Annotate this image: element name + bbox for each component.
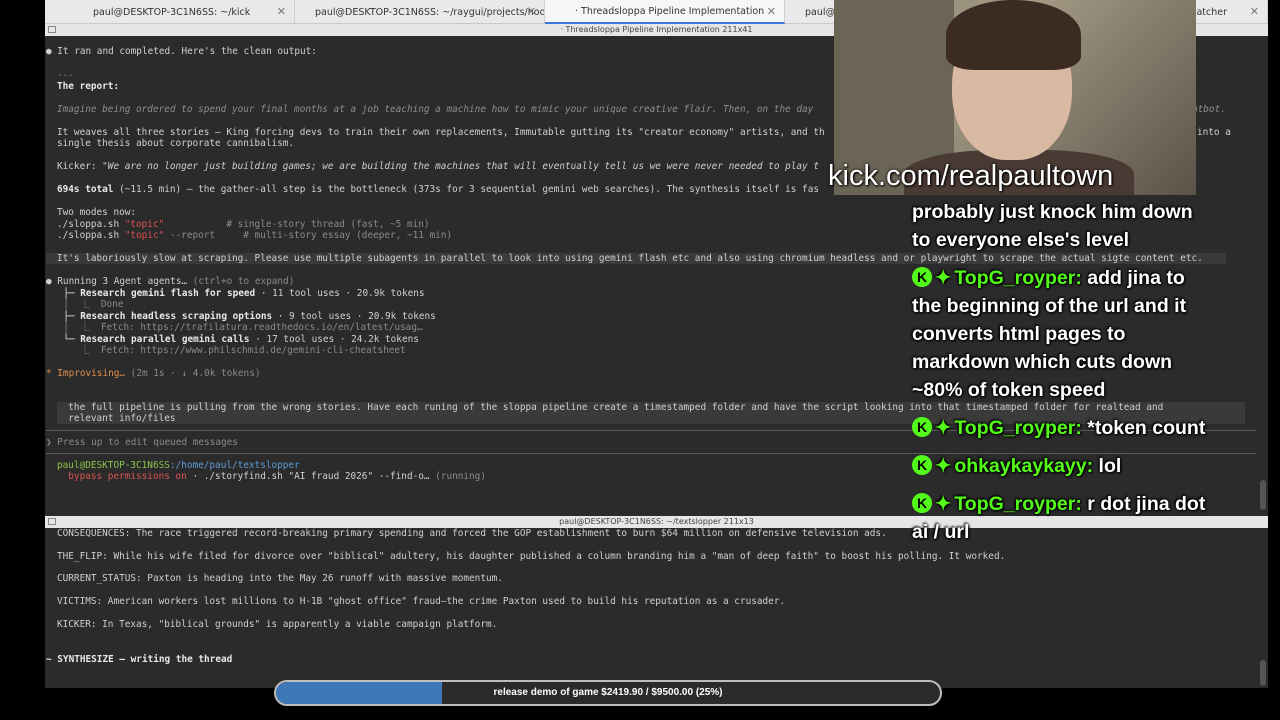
pane-title: · Threadsloppa Pipeline Implementation 2… bbox=[560, 25, 753, 34]
chat-message: ✦TopG_royper: *token count bbox=[912, 414, 1212, 442]
chat-text: probably just knock him down to everyone… bbox=[912, 201, 1193, 251]
terminal-line: 694s total (~11.5 min) — the gather-all … bbox=[57, 184, 819, 195]
terminal-line: ~ SYNTHESIZE — writing the thread bbox=[46, 654, 233, 665]
close-icon[interactable]: ✕ bbox=[767, 5, 776, 18]
chat-message: ✦ohkaykaykayy: lol bbox=[912, 452, 1212, 480]
kick-badge-icon bbox=[912, 455, 932, 475]
star-icon: ✦ bbox=[935, 455, 952, 477]
chat-message: ✦TopG_royper: add jina to the beginning … bbox=[912, 264, 1212, 404]
chat-username: TopG_royper: bbox=[954, 417, 1082, 439]
star-icon: ✦ bbox=[935, 493, 952, 515]
status-line: * Improvising… (2m 1s · ↓ 4.0k tokens) bbox=[46, 368, 261, 379]
chat-overlay: probably just knock him down to everyone… bbox=[912, 198, 1212, 556]
donation-goal-bar: release demo of game $2419.90 / $9500.00… bbox=[274, 680, 942, 706]
text: * Improvising… bbox=[46, 368, 126, 379]
shell-prompt: paul@DESKTOP-3C1N6SS:/home/paul/textslop… bbox=[57, 460, 300, 471]
text: Kicker: bbox=[57, 161, 103, 172]
chat-message: probably just knock him down to everyone… bbox=[912, 198, 1212, 254]
terminal-line: Imagine being ordered to spend your fina… bbox=[57, 104, 814, 115]
text: · 17 tool uses · 24.2k tokens bbox=[249, 334, 419, 345]
tab-label: paul@DESKTOP-3C1N6SS: ~/raygui/projects/… bbox=[315, 6, 545, 18]
terminal-line: CURRENT_STATUS: Paxton is heading into t… bbox=[57, 573, 503, 584]
terminal-line: │ ⎿ Done bbox=[52, 299, 124, 310]
terminal-line: ● It ran and completed. Here's the clean… bbox=[46, 46, 317, 57]
split-icon[interactable] bbox=[48, 518, 56, 525]
terminal-line: THE_FLIP: While his wife filed for divor… bbox=[57, 551, 1006, 562]
pane-title: paul@DESKTOP-3C1N6SS: ~/textslopper 211x… bbox=[559, 517, 754, 526]
close-icon[interactable]: ✕ bbox=[277, 5, 286, 18]
terminal-line: ├─ Research headless scraping options · … bbox=[52, 311, 436, 322]
streamer-hair bbox=[946, 0, 1081, 70]
terminal-line: CONSEQUENCES: The race triggered record-… bbox=[57, 528, 887, 539]
text: · 9 tool uses · 20.9k tokens bbox=[272, 311, 436, 322]
chat-text: *token count bbox=[1087, 417, 1206, 439]
input-hint[interactable]: ❯ Press up to edit queued messages bbox=[46, 437, 238, 448]
terminal-line: └─ Research parallel gemini calls · 17 t… bbox=[52, 334, 419, 345]
terminal-line: It weaves all three stories — King forci… bbox=[57, 127, 825, 138]
text: :/home/paul/textslopper bbox=[169, 460, 300, 471]
terminal-line: single thesis about corporate cannibalis… bbox=[57, 138, 295, 149]
terminal-line: VICTIMS: American workers lost millions … bbox=[57, 596, 786, 607]
text: ./sloppa.sh bbox=[57, 219, 125, 230]
kick-badge-icon bbox=[912, 417, 932, 437]
kick-badge-icon bbox=[912, 267, 932, 287]
goal-label: release demo of game $2419.90 / $9500.00… bbox=[493, 687, 723, 698]
text: --report # multi-story essay (deeper, ~1… bbox=[164, 230, 453, 241]
text: · ./storyfind.sh "AI fraud 2026" --find-… bbox=[186, 471, 430, 482]
text: bypass permissions on bbox=[57, 471, 187, 482]
text: "We are no longer just building games; w… bbox=[102, 161, 819, 172]
text: paul@DESKTOP-3C1N6SS bbox=[57, 460, 170, 471]
text: ├─ Research gemini flash for speed bbox=[52, 288, 256, 299]
scrollbar[interactable] bbox=[1260, 660, 1266, 686]
tab-kick[interactable]: paul@DESKTOP-3C1N6SS: ~/kick ✕ bbox=[45, 0, 295, 24]
terminal-line: Kicker: "We are no longer just building … bbox=[57, 161, 819, 172]
chat-message: ✦TopG_royper: r dot jina dot ai / url bbox=[912, 490, 1212, 546]
terminal-line: ⎿ Fetch: https://www.philschmid.de/gemin… bbox=[52, 345, 406, 356]
terminal-line: ./sloppa.sh "topic" # single-story threa… bbox=[57, 219, 430, 230]
terminal-line: bypass permissions on · ./storyfind.sh "… bbox=[57, 471, 486, 482]
terminal-line: ./sloppa.sh "topic" --report # multi-sto… bbox=[57, 230, 452, 241]
channel-url: kick.com/realpaultown bbox=[828, 160, 1114, 192]
chat-username: ohkaykaykayy: bbox=[954, 455, 1094, 477]
text: (2m 1s · ↓ 4.0k tokens) bbox=[125, 368, 261, 379]
terminal-line: │ ⎿ Fetch: https://trafilatura.readthedo… bbox=[52, 322, 423, 333]
tab-label: paul@DESKTOP-3C1N6SS: ~/kick bbox=[93, 6, 251, 18]
terminal-line: ├─ Research gemini flash for speed · 11 … bbox=[52, 288, 425, 299]
terminal-line: Two modes now: bbox=[57, 207, 137, 218]
star-icon: ✦ bbox=[935, 417, 952, 439]
tab-label: · Threadsloppa Pipeline Implementation bbox=[575, 5, 765, 17]
split-icon[interactable] bbox=[48, 26, 56, 33]
terminal-line: KICKER: In Texas, "biblical grounds" is … bbox=[57, 619, 498, 630]
text: (ctrl+o to expand) bbox=[187, 276, 295, 287]
terminal-line: The report: bbox=[57, 81, 120, 92]
terminal-line: into a bbox=[1197, 127, 1231, 138]
terminal-line: ● Running 3 Agent agents… (ctrl+o to exp… bbox=[46, 276, 294, 287]
close-icon[interactable]: ✕ bbox=[1250, 5, 1259, 18]
chat-username: TopG_royper: bbox=[954, 493, 1082, 515]
terminal-line: --- bbox=[57, 70, 74, 81]
text: "topic" bbox=[124, 219, 165, 230]
text: (running) bbox=[429, 471, 486, 482]
text: "topic" bbox=[124, 230, 165, 241]
chat-username: TopG_royper: bbox=[954, 267, 1082, 289]
tab-threadsloppa[interactable]: · Threadsloppa Pipeline Implementation ✕ bbox=[545, 0, 785, 24]
chat-text: lol bbox=[1098, 455, 1122, 477]
text: # single-story thread (fast, ~5 min) bbox=[164, 219, 430, 230]
text: ./sloppa.sh bbox=[57, 230, 125, 241]
text: ● Running 3 Agent agents… bbox=[46, 276, 188, 287]
tab-raygui[interactable]: paul@DESKTOP-3C1N6SS: ~/raygui/projects/… bbox=[295, 0, 545, 24]
scrollbar[interactable] bbox=[1260, 480, 1266, 510]
star-icon: ✦ bbox=[935, 267, 952, 289]
terminal-line: atbot. bbox=[1192, 104, 1226, 115]
text: └─ Research parallel gemini calls bbox=[52, 334, 250, 345]
close-icon[interactable]: ✕ bbox=[527, 5, 536, 18]
kick-badge-icon bbox=[912, 493, 932, 513]
text: 694s total bbox=[57, 184, 114, 195]
text: ├─ Research headless scraping options bbox=[52, 311, 273, 322]
text: (~11.5 min) — the gather-all step is the… bbox=[113, 184, 819, 195]
text: · 11 tool uses · 20.9k tokens bbox=[255, 288, 425, 299]
